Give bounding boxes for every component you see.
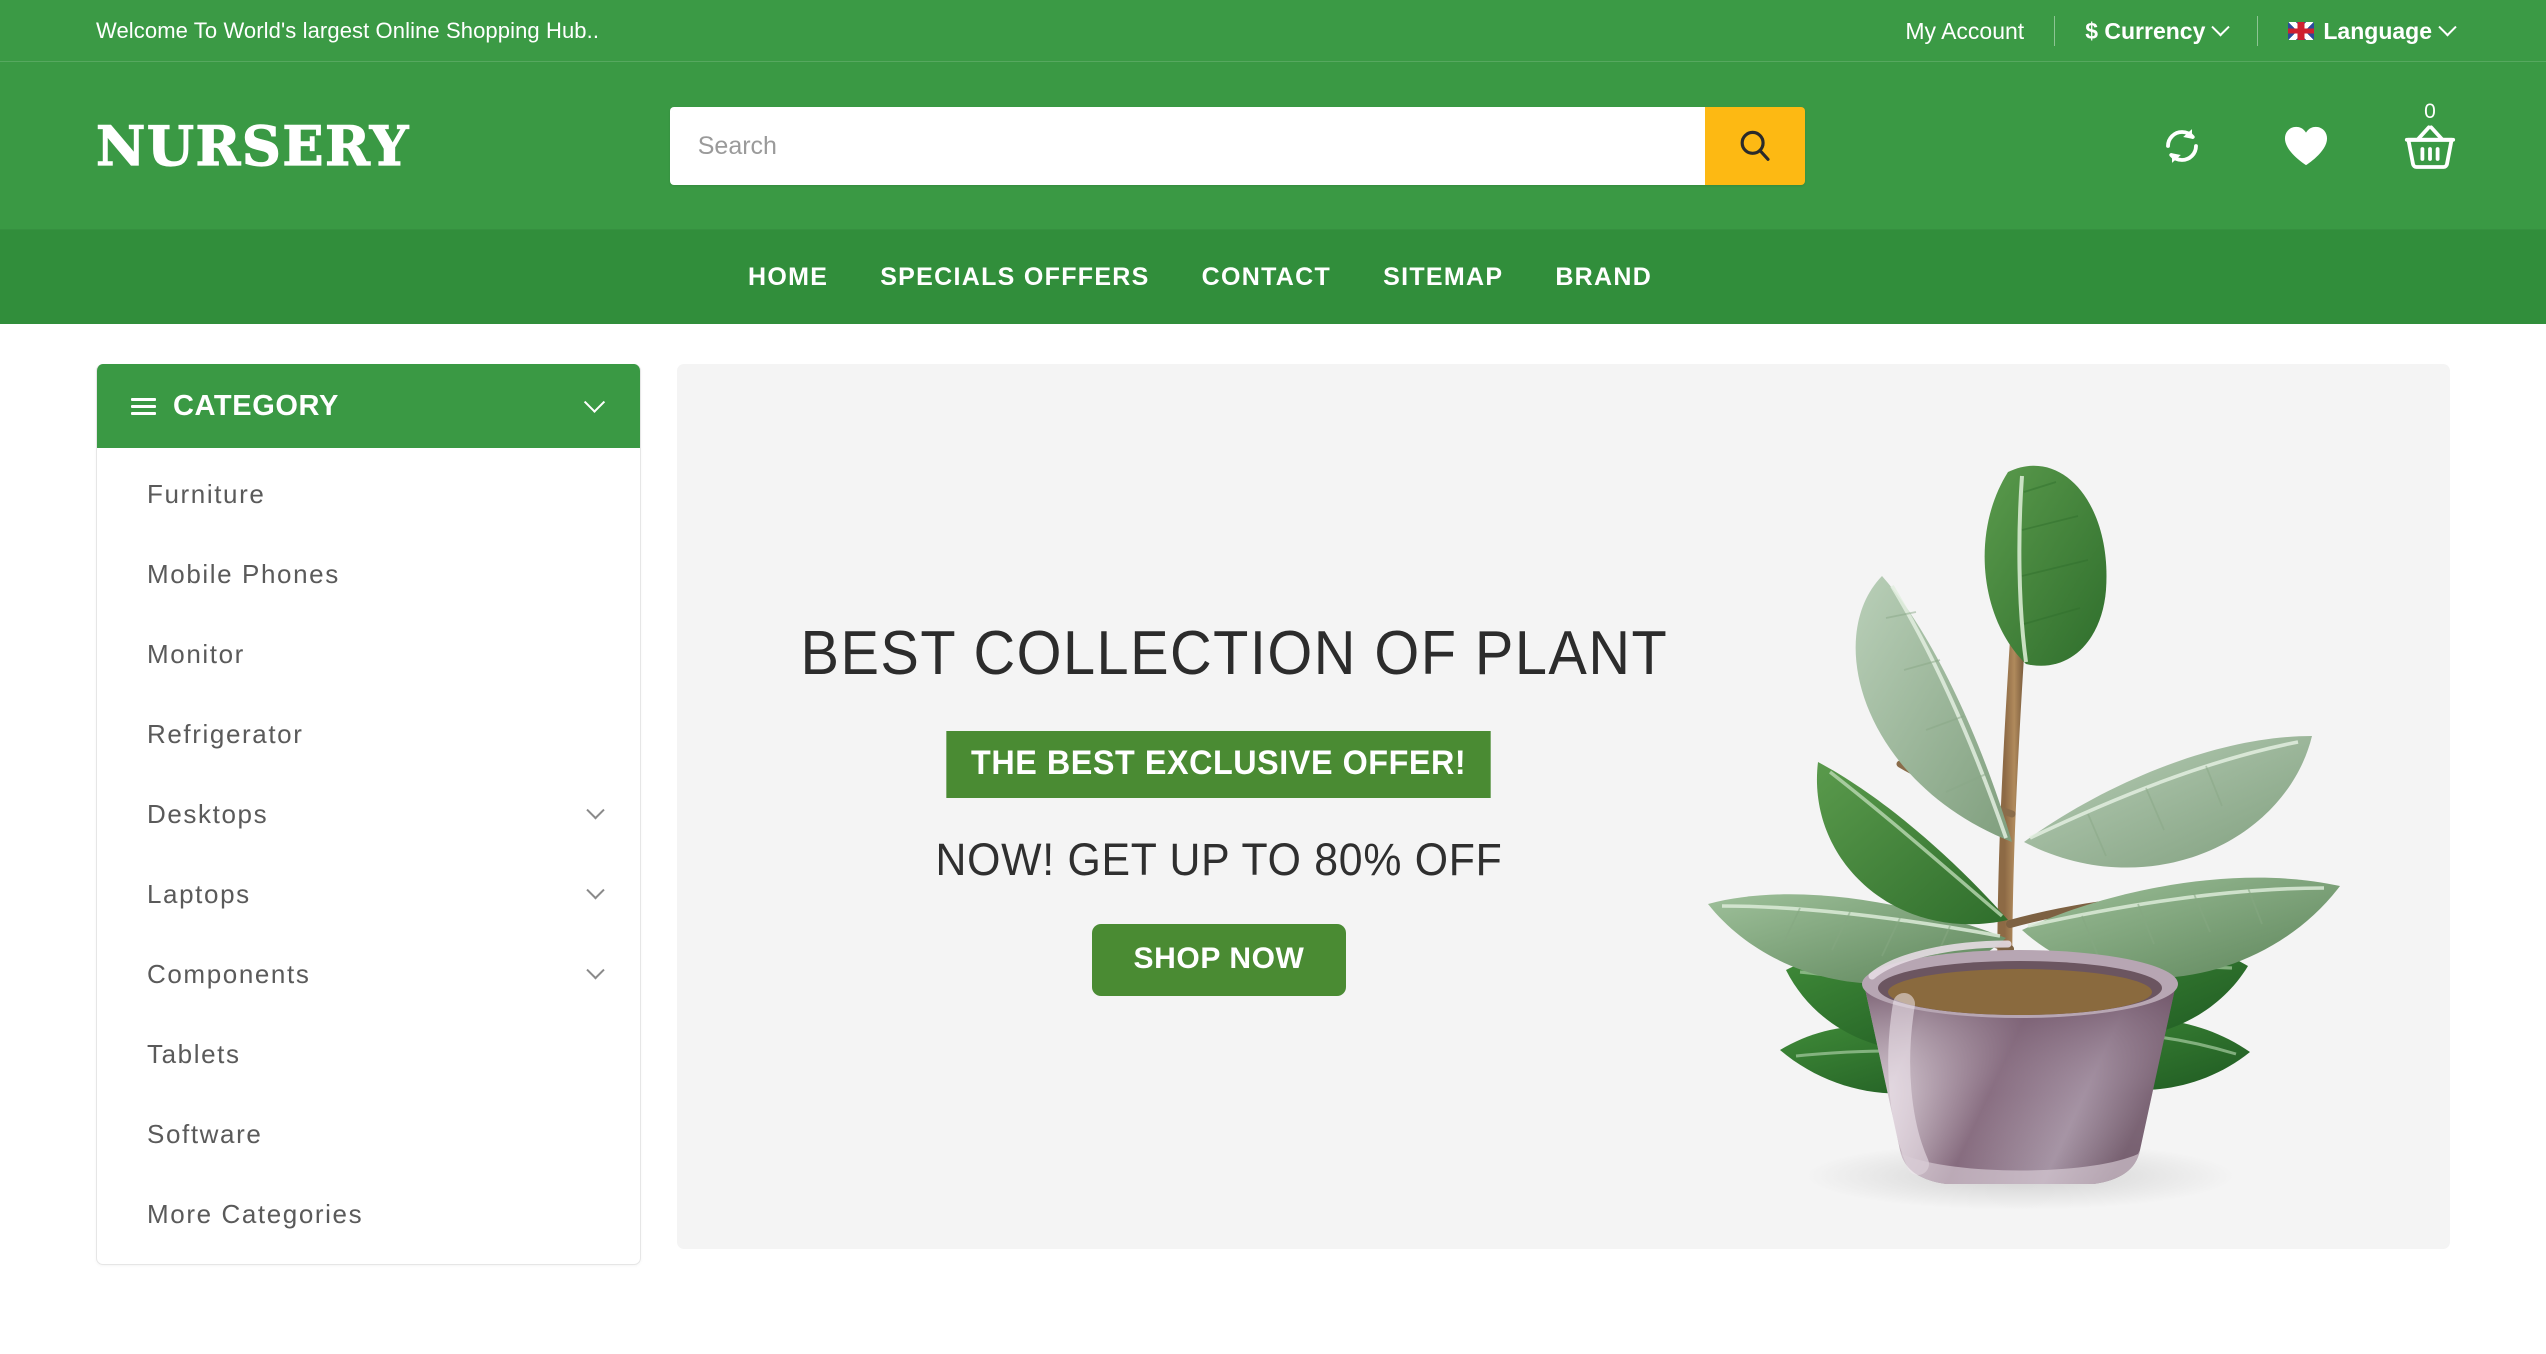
shopping-basket-icon: [2404, 125, 2456, 169]
search-bar: [669, 107, 1805, 185]
hero-copy: BEST COLLECTION OF PLANT THE BEST EXCLUS…: [769, 618, 1669, 996]
chevron-down-icon: [2438, 17, 2457, 36]
search-button[interactable]: [1704, 107, 1805, 185]
site-header: NURSERY 0: [0, 62, 2546, 230]
announcement-bar: Welcome To World's largest Online Shoppi…: [0, 0, 2546, 62]
site-logo[interactable]: NURSERY: [95, 118, 410, 173]
sidebar-item-label: Monitor: [147, 638, 245, 669]
chevron-down-icon: [586, 960, 605, 979]
shop-now-button[interactable]: SHOP NOW: [1091, 923, 1347, 996]
sidebar-item-label: Laptops: [147, 878, 251, 909]
nav-item-specials-offers[interactable]: SPECIALS OFFFERS: [854, 263, 1175, 292]
chevron-down-icon: [2211, 17, 2231, 36]
nav-item-contact[interactable]: CONTACT: [1176, 263, 1357, 292]
sidebar-item-label: Tablets: [147, 1038, 241, 1069]
category-title: CATEGORY: [173, 389, 339, 422]
sidebar-item-label: Mobile Phones: [147, 558, 340, 589]
hero-subheading: NOW! GET UP TO 80% OFF: [935, 833, 1503, 885]
search-input[interactable]: [669, 107, 1705, 185]
sidebar-item-laptops[interactable]: Laptops: [97, 854, 640, 934]
chevron-down-icon: [586, 800, 605, 819]
category-header-left: CATEGORY: [131, 390, 339, 423]
sidebar-item-more-categories[interactable]: More Categories: [97, 1174, 640, 1254]
sidebar-item-software[interactable]: Software: [97, 1094, 640, 1174]
language-label: Language: [2323, 17, 2432, 44]
sidebar-item-refrigerator[interactable]: Refrigerator: [97, 694, 640, 774]
sidebar-item-label: Furniture: [147, 478, 266, 509]
heart-icon: [2284, 126, 2328, 166]
compare-refresh-icon: [2166, 129, 2198, 163]
my-account-label: My Account: [1905, 17, 2025, 44]
rubber-plant-in-pot-image: [1708, 465, 2340, 1210]
page-content: CATEGORY Furniture Mobile Phones Monitor…: [0, 324, 2546, 1265]
wishlist-button[interactable]: [2278, 115, 2334, 177]
compare-button[interactable]: [2154, 115, 2210, 177]
category-header-toggle[interactable]: CATEGORY: [97, 364, 640, 448]
sidebar-item-tablets[interactable]: Tablets: [97, 1014, 640, 1094]
my-account-link[interactable]: My Account: [1875, 18, 2054, 45]
header-actions: 0: [2154, 101, 2484, 177]
nav-item-home[interactable]: HOME: [722, 263, 854, 292]
nav-item-brand[interactable]: BRAND: [1529, 263, 1678, 292]
sidebar-item-label: Components: [147, 958, 311, 989]
category-sidebar: CATEGORY Furniture Mobile Phones Monitor…: [96, 364, 641, 1265]
sidebar-item-label: Refrigerator: [147, 718, 304, 749]
welcome-message: Welcome To World's largest Online Shoppi…: [96, 18, 600, 43]
cart-button[interactable]: 0: [2402, 101, 2458, 177]
cart-count-badge: 0: [2424, 100, 2436, 123]
sidebar-item-desktops[interactable]: Desktops: [97, 774, 640, 854]
sidebar-item-label: Software: [147, 1118, 263, 1149]
chevron-down-icon: [586, 880, 605, 899]
chevron-down-icon: [583, 391, 606, 413]
hamburger-icon: [131, 397, 156, 415]
hero-cta-wrap: SHOP NOW: [769, 923, 1669, 996]
hero-heading: BEST COLLECTION OF PLANT: [800, 618, 1669, 688]
search-icon: [1740, 130, 1770, 161]
sidebar-item-label: More Categories: [147, 1198, 364, 1229]
uk-flag-icon: [2288, 22, 2315, 40]
nav-item-sitemap[interactable]: SITEMAP: [1357, 263, 1529, 292]
sidebar-item-monitor[interactable]: Monitor: [97, 614, 640, 694]
sidebar-item-mobile-phones[interactable]: Mobile Phones: [97, 534, 640, 614]
sidebar-item-furniture[interactable]: Furniture: [97, 454, 640, 534]
sidebar-item-label: Desktops: [147, 798, 269, 829]
hero-tagline-wrap: THE BEST EXCLUSIVE OFFER!: [769, 730, 1669, 798]
language-dropdown[interactable]: Language: [2258, 18, 2484, 45]
sidebar-item-components[interactable]: Components: [97, 934, 640, 1014]
hero-tagline: THE BEST EXCLUSIVE OFFER!: [946, 730, 1492, 798]
currency-label: $ Currency: [2085, 17, 2206, 44]
main-navigation: HOME SPECIALS OFFFERS CONTACT SITEMAP BR…: [0, 230, 2546, 324]
category-list: Furniture Mobile Phones Monitor Refriger…: [97, 448, 640, 1264]
topbar-links: My Account $ Currency Language: [1875, 16, 2484, 46]
currency-dropdown[interactable]: $ Currency: [2055, 18, 2257, 45]
hero-banner[interactable]: BEST COLLECTION OF PLANT THE BEST EXCLUS…: [677, 364, 2450, 1249]
